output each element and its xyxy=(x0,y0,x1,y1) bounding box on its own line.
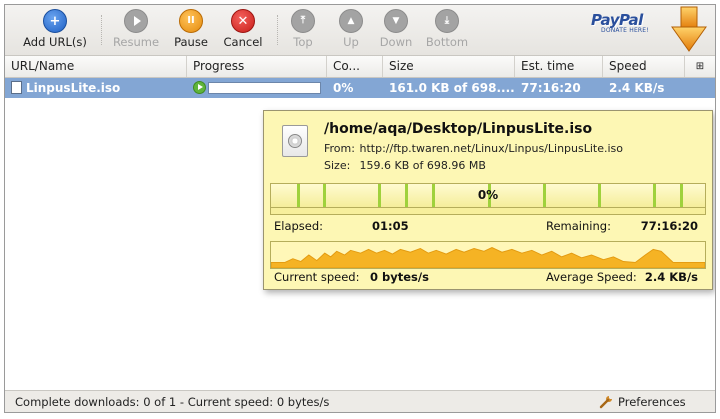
column-header-size[interactable]: Size xyxy=(383,56,515,77)
size-label: Size: xyxy=(324,159,351,172)
row-est-time: 77:16:20 xyxy=(521,81,581,95)
size-value: 159.6 KB of 698.96 MB xyxy=(359,159,486,172)
elapsed-value: 01:05 xyxy=(372,219,409,233)
speed-graph-area xyxy=(271,247,705,268)
column-header-url[interactable]: URL/Name xyxy=(5,56,187,77)
speed-row: Current speed: 0 bytes/s Average Speed: … xyxy=(274,270,702,284)
play-icon xyxy=(124,9,148,33)
wrench-icon xyxy=(599,396,612,409)
elapsed-label: Elapsed: xyxy=(274,219,324,233)
progress-strip xyxy=(271,207,705,214)
column-chooser-icon[interactable]: ⊞ xyxy=(685,56,715,77)
resume-button[interactable]: Resume xyxy=(111,7,161,53)
from-label: From: xyxy=(324,142,355,155)
move-down-icon: ▼ xyxy=(384,9,408,33)
table-row[interactable]: LinpusLite.iso 0% 161.0 KB of 698.... 77… xyxy=(5,78,715,98)
current-speed-label: Current speed: xyxy=(274,270,360,284)
column-header-est-time[interactable]: Est. time xyxy=(515,56,603,77)
row-speed: 2.4 KB/s xyxy=(609,81,665,95)
move-top-button[interactable]: ⤒ Top xyxy=(287,7,319,53)
time-row: Elapsed: 01:05 Remaining: 77:16:20 xyxy=(274,219,702,233)
row-progress-bar xyxy=(208,82,321,94)
row-name-cell: LinpusLite.iso xyxy=(5,78,187,98)
row-name: LinpusLite.iso xyxy=(26,81,121,95)
status-bar: Complete downloads: 0 of 1 - Current spe… xyxy=(5,390,715,412)
overall-percent: 0% xyxy=(477,188,499,202)
add-icon: + xyxy=(43,9,67,33)
move-up-icon: ▲ xyxy=(339,9,363,33)
row-completed: 0% xyxy=(333,81,354,95)
disc-image-file-icon xyxy=(282,125,308,157)
move-bottom-button[interactable]: ⤓ Bottom xyxy=(423,7,471,53)
segments-progress-bar: 0% xyxy=(270,183,706,215)
table-header: URL/Name Progress Co... Size Est. time S… xyxy=(5,56,715,78)
from-url: http://ftp.twaren.net/Linux/Linpus/Linpu… xyxy=(359,142,624,155)
current-speed-value: 0 bytes/s xyxy=(370,270,429,284)
file-icon xyxy=(11,81,22,94)
speed-graph xyxy=(270,241,706,269)
move-down-button[interactable]: ▼ Down xyxy=(377,7,415,53)
column-header-completed[interactable]: Co... xyxy=(327,56,383,77)
app-window: + Add URL(s) Resume II Pause ✕ Cancel ⤒ … xyxy=(4,4,716,413)
column-header-progress[interactable]: Progress xyxy=(187,56,327,77)
paypal-donate-label: DONATE HERE! xyxy=(601,27,649,34)
remaining-value: 77:16:20 xyxy=(640,219,698,233)
cancel-icon: ✕ xyxy=(231,9,255,33)
file-path: /home/aqa/Desktop/LinpusLite.iso xyxy=(324,121,593,137)
status-text: Complete downloads: 0 of 1 - Current spe… xyxy=(15,395,330,409)
from-line: From: http://ftp.twaren.net/Linux/Linpus… xyxy=(324,142,623,155)
pause-icon: II xyxy=(179,9,203,33)
size-line: Size: 159.6 KB of 698.96 MB xyxy=(324,159,486,172)
move-up-button[interactable]: ▲ Up xyxy=(335,7,367,53)
pause-button[interactable]: II Pause xyxy=(169,7,213,53)
remaining-label: Remaining: xyxy=(546,219,611,233)
row-size: 161.0 KB of 698.... xyxy=(389,81,515,95)
average-speed-value: 2.4 KB/s xyxy=(644,270,698,284)
preferences-label: Preferences xyxy=(618,395,686,409)
toolbar-separator xyxy=(101,15,103,45)
toolbar-separator xyxy=(277,15,279,45)
paypal-donate-button[interactable]: PayPal DONATE HERE! xyxy=(591,11,655,47)
average-speed-label: Average Speed: xyxy=(546,270,637,284)
download-details-tooltip: /home/aqa/Desktop/LinpusLite.iso From: h… xyxy=(263,110,713,290)
column-header-speed[interactable]: Speed xyxy=(603,56,685,77)
move-top-icon: ⤒ xyxy=(291,9,315,33)
toolbar: + Add URL(s) Resume II Pause ✕ Cancel ⤒ … xyxy=(5,5,715,56)
add-urls-button[interactable]: + Add URL(s) xyxy=(19,7,91,53)
cancel-button[interactable]: ✕ Cancel xyxy=(219,7,267,53)
preferences-button[interactable]: Preferences xyxy=(599,391,686,412)
downloading-status-icon xyxy=(193,81,206,94)
move-bottom-icon: ⤓ xyxy=(435,9,459,33)
download-arrow-icon xyxy=(671,6,707,52)
